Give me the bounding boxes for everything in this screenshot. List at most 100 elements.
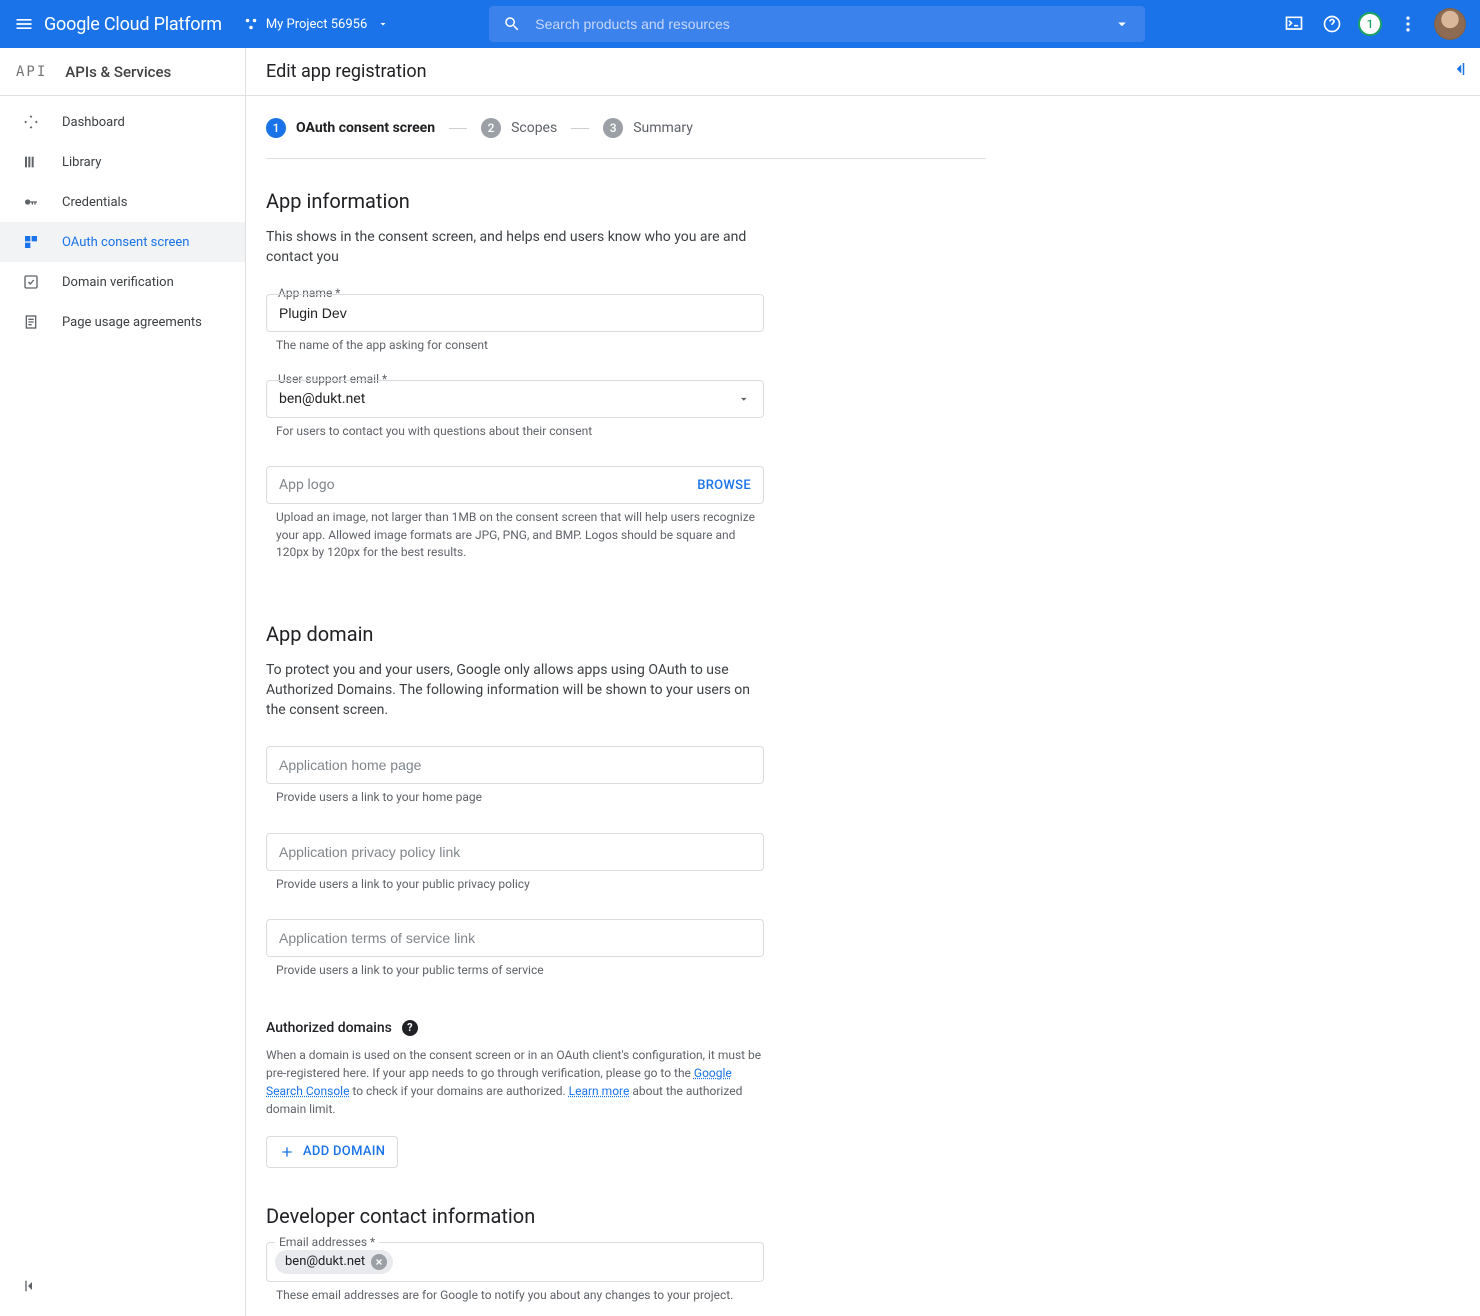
support-email-select[interactable]: ben@dukt.net <box>266 380 764 418</box>
library-icon <box>22 153 40 171</box>
consent-icon <box>22 233 40 251</box>
sidebar-item-label: Domain verification <box>62 275 174 290</box>
learn-more-link[interactable]: Learn more <box>569 1084 630 1098</box>
sidebar-item-label: Page usage agreements <box>62 315 202 330</box>
more-button[interactable] <box>1396 12 1420 36</box>
sidebar-item-oauth-consent[interactable]: OAuth consent screen <box>0 222 245 262</box>
step-3[interactable]: 3 Summary <box>603 118 693 138</box>
section-app-info-desc: This shows in the consent screen, and he… <box>266 227 766 268</box>
notifications-count: 1 <box>1367 17 1374 31</box>
search-box[interactable] <box>489 6 1145 42</box>
page-header: Edit app registration <box>246 48 1480 96</box>
terminal-icon <box>1284 14 1304 34</box>
step-separator <box>571 128 589 129</box>
chevron-left-icon <box>22 1278 38 1294</box>
help-icon <box>1322 14 1342 34</box>
project-picker[interactable]: My Project 56956 <box>234 8 399 40</box>
search-icon <box>503 15 521 33</box>
search-input[interactable] <box>535 16 1113 32</box>
sidebar-item-library[interactable]: Library <box>0 142 245 182</box>
step-1[interactable]: 1 OAuth consent screen <box>266 118 435 138</box>
section-app-domain-heading: App domain <box>266 622 986 646</box>
project-name: My Project 56956 <box>266 17 367 32</box>
doc-icon <box>22 313 40 331</box>
open-side-panel-button[interactable] <box>1450 60 1468 82</box>
sidebar: API APIs & Services Dashboard Library Cr… <box>0 48 246 1316</box>
search-expand-icon[interactable] <box>1113 15 1131 33</box>
step-2[interactable]: 2 Scopes <box>481 118 557 138</box>
chevron-left-bar-icon <box>1450 60 1468 78</box>
sidebar-item-label: Library <box>62 155 101 170</box>
main: Edit app registration 1 OAuth consent sc… <box>246 48 1480 1316</box>
privacy-input[interactable] <box>279 844 751 860</box>
app-logo-field-wrap: App logo BROWSE <box>266 466 764 504</box>
menu-icon <box>14 14 34 34</box>
email-chip-text: ben@dukt.net <box>285 1254 365 1269</box>
tos-input[interactable] <box>279 930 751 946</box>
remove-chip-button[interactable] <box>371 1254 387 1270</box>
avatar[interactable] <box>1434 8 1466 40</box>
plus-icon <box>279 1144 295 1160</box>
app-name-help: The name of the app asking for consent <box>266 337 764 354</box>
browse-button[interactable]: BROWSE <box>697 478 751 493</box>
support-email-value: ben@dukt.net <box>279 391 737 407</box>
sidebar-item-label: Dashboard <box>62 115 125 130</box>
product-logo[interactable]: Google Cloud Platform <box>44 14 222 35</box>
product-name: Google Cloud Platform <box>44 14 222 35</box>
info-icon[interactable]: ? <box>402 1020 418 1036</box>
section-app-info-heading: App information <box>266 189 986 213</box>
dropdown-caret-icon <box>377 18 389 30</box>
dashboard-icon <box>22 113 40 131</box>
help-button[interactable] <box>1320 12 1344 36</box>
authorized-domains-label: Authorized domains <box>266 1020 392 1036</box>
add-domain-button[interactable]: ADD DOMAIN <box>266 1136 398 1168</box>
stepper: 1 OAuth consent screen 2 Scopes 3 Summar… <box>266 96 986 159</box>
tos-help: Provide users a link to your public term… <box>266 962 764 979</box>
sidebar-item-dashboard[interactable]: Dashboard <box>0 102 245 142</box>
more-vert-icon <box>1398 14 1418 34</box>
authorized-domains-desc: When a domain is used on the consent scr… <box>266 1046 764 1118</box>
tos-field-wrap <box>266 919 764 957</box>
project-icon <box>244 17 258 31</box>
sidebar-title: APIs & Services <box>65 63 171 81</box>
collapse-sidebar-button[interactable] <box>22 1278 38 1298</box>
api-icon: API <box>16 64 47 80</box>
app-logo-help: Upload an image, not larger than 1MB on … <box>266 509 764 561</box>
nav-menu-button[interactable] <box>10 10 38 38</box>
privacy-help: Provide users a link to your public priv… <box>266 876 764 893</box>
page-title: Edit app registration <box>266 61 427 82</box>
dropdown-caret-icon <box>737 392 751 406</box>
support-email-help: For users to contact you with questions … <box>266 423 764 440</box>
sidebar-item-domain-verification[interactable]: Domain verification <box>0 262 245 302</box>
authorized-domains-heading: Authorized domains ? <box>266 1020 986 1036</box>
email-addresses-help: These email addresses are for Google to … <box>266 1287 764 1304</box>
privacy-field-wrap <box>266 833 764 871</box>
topbar: Google Cloud Platform My Project 56956 1 <box>0 0 1480 48</box>
add-domain-label: ADD DOMAIN <box>303 1144 385 1159</box>
key-icon <box>22 193 40 211</box>
email-chip: ben@dukt.net <box>275 1250 393 1274</box>
email-addresses-field[interactable]: Email addresses * ben@dukt.net <box>266 1242 764 1282</box>
sidebar-item-label: OAuth consent screen <box>62 235 189 250</box>
check-icon <box>22 273 40 291</box>
sidebar-item-page-usage[interactable]: Page usage agreements <box>0 302 245 342</box>
cloud-shell-button[interactable] <box>1282 12 1306 36</box>
close-icon <box>374 1257 384 1267</box>
home-page-help: Provide users a link to your home page <box>266 789 764 806</box>
step-num: 3 <box>603 118 623 138</box>
app-name-field-wrap: App name * <box>266 294 764 332</box>
notifications-badge[interactable]: 1 <box>1358 12 1382 36</box>
header-actions: 1 <box>1282 8 1466 40</box>
nav-list: Dashboard Library Credentials OAuth cons… <box>0 96 245 342</box>
step-label: OAuth consent screen <box>296 120 435 136</box>
home-page-field-wrap <box>266 746 764 784</box>
app-name-input[interactable] <box>279 305 751 321</box>
support-email-field-wrap: User support email * ben@dukt.net <box>266 380 764 418</box>
step-label: Summary <box>633 120 693 136</box>
email-addresses-label: Email addresses * <box>275 1235 379 1249</box>
sidebar-item-credentials[interactable]: Credentials <box>0 182 245 222</box>
app-logo-field[interactable]: App logo BROWSE <box>266 466 764 504</box>
home-page-input[interactable] <box>279 757 751 773</box>
sidebar-item-label: Credentials <box>62 195 127 210</box>
dev-contact-heading: Developer contact information <box>266 1204 986 1228</box>
